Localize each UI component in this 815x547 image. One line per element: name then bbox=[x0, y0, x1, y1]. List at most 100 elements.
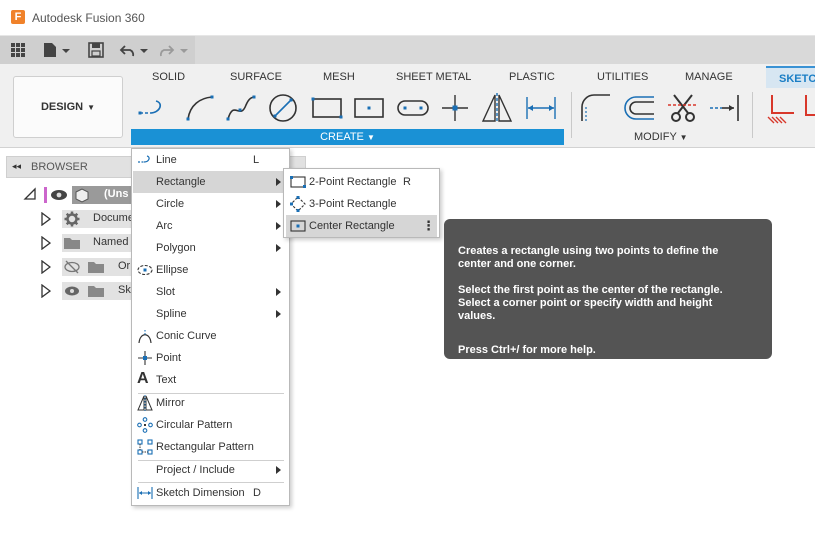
create-dropdown[interactable]: CREATE ▼ bbox=[131, 129, 564, 145]
menu-item-slot[interactable]: Slot bbox=[133, 281, 288, 303]
menu-item-3-point-rectangle[interactable]: 3-Point Rectangle bbox=[286, 193, 437, 215]
tooltip: Creates a rectangle using two points to … bbox=[444, 219, 772, 359]
tab-surface[interactable]: SURFACE bbox=[230, 71, 282, 83]
constraint-horizontal-icon[interactable] bbox=[800, 91, 815, 125]
rectangle-tool-icon[interactable] bbox=[310, 91, 344, 125]
collapse-triangle-icon[interactable] bbox=[23, 187, 37, 204]
apps-grid-icon[interactable] bbox=[8, 40, 28, 60]
menu-item-label: Project / Include bbox=[156, 464, 235, 476]
rectangle-submenu: 2-Point Rectangle R 3-Point Rectangle Ce… bbox=[283, 168, 440, 238]
toolbar-ribbon: DESIGN ▼ SOLID SURFACE MESH SHEET METAL … bbox=[0, 64, 815, 148]
menu-item-label: 3-Point Rectangle bbox=[309, 198, 397, 210]
tab-sheet-metal[interactable]: SHEET METAL bbox=[396, 71, 471, 83]
menu-item-point[interactable]: Point bbox=[133, 347, 288, 369]
menu-item-line[interactable]: Line L bbox=[133, 149, 288, 171]
undo-icon[interactable] bbox=[118, 40, 150, 60]
menu-item-label: Line bbox=[156, 154, 177, 166]
menu-item-text[interactable]: A Text bbox=[133, 369, 288, 391]
slot-tool-icon[interactable] bbox=[396, 91, 430, 125]
app-title: Autodesk Fusion 360 bbox=[32, 11, 145, 25]
submenu-arrow-icon bbox=[276, 288, 281, 296]
conic-curve-icon bbox=[138, 330, 152, 344]
fillet-tool-icon[interactable] bbox=[578, 91, 612, 125]
menu-item-label: 2-Point Rectangle bbox=[309, 176, 397, 188]
2-point-rectangle-icon bbox=[290, 176, 306, 188]
line-tool-icon[interactable] bbox=[136, 91, 170, 125]
menu-item-label: Circular Pattern bbox=[156, 419, 233, 431]
menu-item-rectangular-pattern[interactable]: Rectangular Pattern bbox=[133, 436, 288, 458]
redo-icon[interactable] bbox=[158, 40, 190, 60]
tooltip-text: center and one corner. bbox=[458, 258, 576, 270]
point-tool-icon[interactable] bbox=[438, 91, 472, 125]
text-icon: A bbox=[137, 370, 149, 387]
center-rectangle-tool-icon[interactable] bbox=[352, 91, 386, 125]
tab-manage[interactable]: MANAGE bbox=[685, 71, 733, 83]
spline-tool-icon[interactable] bbox=[224, 91, 258, 125]
tab-sketch[interactable]: SKETCH bbox=[766, 66, 815, 88]
tree-row-document-settings[interactable]: Docume bbox=[38, 209, 152, 229]
circle-tool-icon[interactable] bbox=[266, 91, 300, 125]
menu-item-label: Rectangle bbox=[156, 176, 206, 188]
expand-triangle-icon[interactable] bbox=[41, 283, 52, 301]
tree-row-sketches[interactable]: Sk bbox=[38, 281, 152, 301]
tooltip-text: Creates a rectangle using two points to … bbox=[458, 245, 719, 257]
shortcut-label: R bbox=[403, 176, 411, 188]
menu-item-polygon[interactable]: Polygon bbox=[133, 237, 288, 259]
expand-triangle-icon[interactable] bbox=[41, 259, 52, 277]
menu-item-project-include[interactable]: Project / Include bbox=[133, 459, 288, 481]
menu-item-rectangle[interactable]: Rectangle bbox=[133, 171, 288, 193]
menu-item-circular-pattern[interactable]: Circular Pattern bbox=[133, 414, 288, 436]
menu-item-circle[interactable]: Circle bbox=[133, 193, 288, 215]
tooltip-help-hint: Press Ctrl+/ for more help. bbox=[458, 344, 596, 356]
submenu-arrow-icon bbox=[276, 222, 281, 230]
tab-plastic[interactable]: PLASTIC bbox=[509, 71, 555, 83]
tooltip-text: Select the first point as the center of … bbox=[458, 284, 723, 296]
point-icon bbox=[138, 351, 152, 365]
center-rectangle-icon bbox=[290, 220, 306, 232]
workspace-label: DESIGN bbox=[40, 101, 84, 113]
tooltip-text: values. bbox=[458, 310, 496, 322]
menu-item-ellipse[interactable]: Ellipse bbox=[133, 259, 288, 281]
submenu-arrow-icon bbox=[276, 178, 281, 186]
menu-item-mirror[interactable]: Mirror bbox=[133, 392, 288, 414]
menu-item-center-rectangle[interactable]: Center Rectangle ⋮ bbox=[286, 215, 437, 237]
constraint-perpendicular-icon[interactable] bbox=[764, 91, 798, 125]
save-icon[interactable] bbox=[86, 40, 106, 60]
offset-tool-icon[interactable] bbox=[622, 91, 656, 125]
modify-label: MODIFY bbox=[634, 131, 677, 143]
tree-label-document-settings: Docume bbox=[93, 212, 134, 224]
menu-item-2-point-rectangle[interactable]: 2-Point Rectangle R bbox=[286, 171, 437, 193]
folder-icon bbox=[88, 286, 104, 297]
expand-triangle-icon[interactable] bbox=[41, 211, 52, 229]
tab-utilities[interactable]: UTILITIES bbox=[597, 71, 648, 83]
mirror-tool-icon[interactable] bbox=[480, 91, 514, 125]
trim-scissors-icon[interactable] bbox=[666, 91, 700, 125]
expand-triangle-icon[interactable] bbox=[41, 235, 52, 253]
ellipse-icon bbox=[137, 264, 153, 276]
line-icon bbox=[138, 155, 150, 163]
tree-row-root[interactable]: (Uns bbox=[20, 185, 162, 205]
extend-tool-icon[interactable] bbox=[708, 91, 742, 125]
shortcut-label: D bbox=[253, 487, 261, 499]
sketch-dimension-tool-icon[interactable] bbox=[524, 91, 558, 125]
menu-item-spline[interactable]: Spline bbox=[133, 303, 288, 325]
tab-solid[interactable]: SOLID bbox=[152, 71, 185, 83]
title-bar: F Autodesk Fusion 360 bbox=[0, 0, 815, 36]
menu-item-label: Circle bbox=[156, 198, 185, 210]
menu-item-label: Text bbox=[156, 374, 177, 386]
modify-dropdown[interactable]: MODIFY ▼ bbox=[634, 131, 688, 143]
menu-item-arc[interactable]: Arc bbox=[133, 215, 288, 237]
tree-row-named-views[interactable]: Named V bbox=[38, 233, 152, 253]
more-options-icon[interactable]: ⋮ bbox=[422, 218, 435, 234]
menu-item-sketch-dimension[interactable]: Sketch Dimension D bbox=[133, 482, 288, 504]
tree-row-origin[interactable]: Or bbox=[38, 257, 152, 277]
arc-tool-icon[interactable] bbox=[182, 91, 216, 125]
menu-item-label: Slot bbox=[156, 286, 175, 298]
tab-mesh[interactable]: MESH bbox=[323, 71, 355, 83]
menu-item-conic-curve[interactable]: Conic Curve bbox=[133, 325, 288, 347]
menu-item-label: Conic Curve bbox=[156, 330, 217, 342]
collapse-panel-icon[interactable]: ◂◂ bbox=[12, 161, 21, 172]
file-menu-button[interactable] bbox=[40, 40, 72, 60]
eye-icon[interactable] bbox=[50, 188, 68, 205]
workspace-switcher[interactable]: DESIGN ▼ bbox=[13, 76, 123, 138]
